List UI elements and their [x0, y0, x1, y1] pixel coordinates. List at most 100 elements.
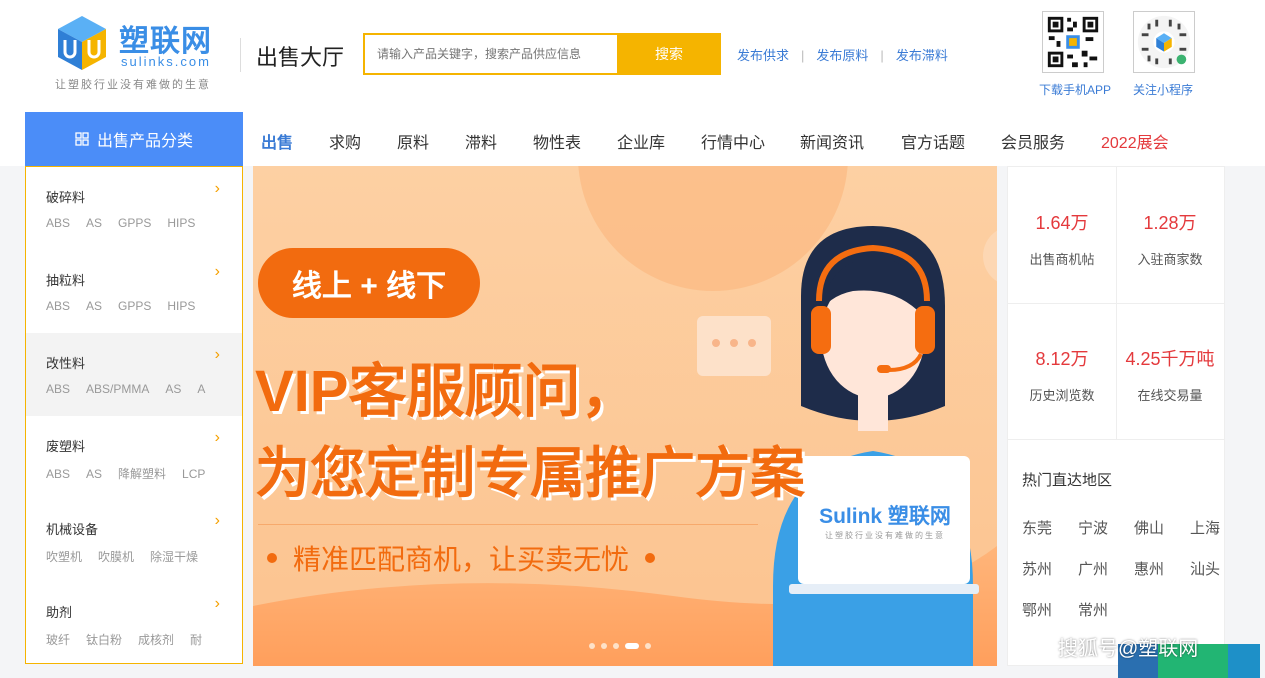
download-app-link[interactable]: 下载手机APP — [1039, 81, 1111, 98]
region-link[interactable]: 广州 — [1078, 558, 1108, 579]
nav-item-property-table[interactable]: 物性表 — [533, 129, 581, 153]
banner-divider — [258, 524, 758, 525]
banner-tagline: 精准匹配商机，让买卖无忧 — [267, 538, 656, 578]
nav-item-news[interactable]: 新闻资讯 — [800, 129, 864, 153]
region-link[interactable]: 宁波 — [1078, 517, 1108, 538]
chevron-right-icon: › — [214, 346, 220, 363]
carousel-dot[interactable] — [645, 643, 651, 649]
subcategory-link[interactable]: ABS — [46, 299, 70, 313]
subcategory-link[interactable]: 玻纤 — [46, 633, 70, 647]
region-link[interactable]: 东莞 — [1022, 517, 1052, 538]
carousel-dots — [589, 643, 651, 649]
mini-program-code-icon[interactable] — [1133, 11, 1195, 73]
subcategory-link[interactable]: AS — [165, 382, 181, 396]
category-title[interactable]: 助剂 — [46, 602, 72, 621]
subcategory-link[interactable]: AS — [86, 299, 102, 313]
stat-value: 8.12万 — [1035, 349, 1089, 369]
banner-headline-1: VIP客服顾问， — [255, 359, 639, 424]
nav-item-buy[interactable]: 求购 — [329, 129, 361, 153]
cube-logo-icon — [58, 16, 106, 70]
subcategory-link[interactable]: AS — [86, 216, 102, 230]
nav-item-material[interactable]: 原料 — [397, 129, 429, 153]
region-link[interactable]: 汕头 — [1190, 558, 1220, 579]
stat-label: 入驻商家数 — [1137, 252, 1203, 267]
category-item[interactable]: 改性料 › ABS ABS/PMMA AS A — [26, 333, 242, 416]
nav-item-official-topics[interactable]: 官方话题 — [901, 129, 965, 153]
category-item[interactable]: 抽粒料 › ABS AS GPPS HIPS — [26, 250, 242, 333]
site-logo[interactable]: 塑联网 sulinks.com 让塑胶行业没有难做的生意 — [55, 12, 230, 94]
nav-item-company-library[interactable]: 企业库 — [617, 129, 665, 153]
carousel-dot[interactable] — [589, 643, 595, 649]
publish-material-link[interactable]: 发布原料 — [816, 48, 868, 63]
nav-item-sell[interactable]: 出售 — [261, 129, 293, 153]
promo-banner[interactable]: 线上 + 线下 VIP客服顾问， 为您定制专属推广方案 精准匹配商机，让买卖无忧… — [253, 166, 997, 666]
subcategory-link[interactable]: ABS — [46, 216, 70, 230]
category-item[interactable]: 废塑料 › ABS AS 降解塑料 LCP — [26, 416, 242, 499]
search-button[interactable]: 搜索 — [617, 33, 721, 75]
category-item[interactable]: 机械设备 › 吹塑机 吹膜机 除湿干燥 — [26, 499, 242, 582]
subcategory-link[interactable]: HIPS — [167, 299, 195, 313]
subcategory-link[interactable]: ABS — [46, 467, 70, 481]
app-qr-code-icon[interactable] — [1042, 11, 1104, 73]
category-subs: ABS AS GPPS HIPS — [46, 216, 226, 230]
nav-item-market-center[interactable]: 行情中心 — [701, 129, 765, 153]
subcategory-link[interactable]: 吹塑机 — [46, 550, 82, 564]
subcategory-link[interactable]: 耐 — [190, 633, 202, 647]
publish-supply-link[interactable]: 发布供求 — [737, 48, 789, 63]
region-link[interactable]: 鄂州 — [1022, 599, 1052, 620]
subcategory-link[interactable]: 降解塑料 — [118, 467, 166, 481]
subcategory-link[interactable]: GPPS — [118, 216, 151, 230]
category-item[interactable]: 助剂 › 玻纤 钛白粉 成核剂 耐 — [26, 582, 242, 665]
bullet-dot-icon — [267, 553, 277, 563]
stat-divider — [1008, 303, 1224, 304]
site-header: 塑联网 sulinks.com 让塑胶行业没有难做的生意 出售大厅 搜索 发布供… — [0, 0, 1265, 112]
stat-value: 1.64万 — [1035, 213, 1089, 233]
region-link[interactable]: 苏州 — [1022, 558, 1052, 579]
stat-cell: 8.12万 历史浏览数 — [1008, 303, 1116, 439]
subcategory-link[interactable]: 吹膜机 — [98, 550, 134, 564]
subcategory-link[interactable]: A — [197, 382, 205, 396]
region-link[interactable]: 惠州 — [1134, 558, 1164, 579]
stat-label: 历史浏览数 — [1029, 388, 1095, 403]
category-item[interactable]: 破碎料 › ABS AS GPPS HIPS — [26, 167, 242, 250]
product-category-tab[interactable]: 出售产品分类 — [25, 112, 243, 166]
subcategory-link[interactable]: ABS — [46, 382, 70, 396]
publish-stock-link[interactable]: 发布滞料 — [896, 48, 948, 63]
subcategory-link[interactable]: 成核剂 — [138, 633, 174, 647]
carousel-dot[interactable] — [613, 643, 619, 649]
subcategory-link[interactable]: LCP — [182, 467, 205, 481]
nav-item-expo-2022[interactable]: 2022展会 — [1101, 129, 1169, 153]
subcategory-link[interactable]: GPPS — [118, 299, 151, 313]
subcategory-link[interactable]: ABS/PMMA — [86, 382, 149, 396]
chevron-right-icon: › — [214, 429, 220, 446]
link-separator: | — [801, 48, 805, 63]
carousel-dot[interactable] — [601, 643, 607, 649]
laptop-brand: Sulink 塑联网 — [819, 505, 951, 528]
region-link[interactable]: 上海 — [1190, 517, 1220, 538]
category-title[interactable]: 机械设备 — [46, 519, 98, 538]
subcategory-link[interactable]: HIPS — [167, 216, 195, 230]
stat-cell: 1.28万 入驻商家数 — [1116, 167, 1224, 303]
subcategory-link[interactable]: 除湿干燥 — [150, 550, 198, 564]
hot-regions-title: 热门直达地区 — [1022, 472, 1113, 489]
region-link[interactable]: 常州 — [1078, 599, 1108, 620]
stat-cell: 4.25千万吨 在线交易量 — [1116, 303, 1224, 439]
stat-label: 出售商机帖 — [1029, 252, 1095, 267]
stat-value: 4.25千万吨 — [1125, 349, 1215, 369]
subcategory-link[interactable]: 钛白粉 — [86, 633, 122, 647]
category-subs: ABS AS 降解塑料 LCP — [46, 465, 226, 482]
carousel-dot-active[interactable] — [625, 643, 639, 649]
nav-item-stock[interactable]: 滞料 — [465, 129, 497, 153]
follow-mini-program-link[interactable]: 关注小程序 — [1133, 81, 1193, 98]
category-title[interactable]: 破碎料 — [46, 187, 85, 206]
region-link[interactable]: 佛山 — [1134, 517, 1164, 538]
search-box: 搜索 — [363, 33, 721, 75]
nav-item-member-service[interactable]: 会员服务 — [1001, 129, 1065, 153]
category-subs: ABS AS GPPS HIPS — [46, 299, 226, 313]
category-title[interactable]: 废塑料 — [46, 436, 85, 455]
category-title[interactable]: 改性料 — [46, 353, 85, 372]
search-input[interactable] — [365, 35, 617, 73]
subcategory-link[interactable]: AS — [86, 467, 102, 481]
category-title[interactable]: 抽粒料 — [46, 270, 85, 289]
category-subs: ABS ABS/PMMA AS A — [46, 382, 226, 396]
